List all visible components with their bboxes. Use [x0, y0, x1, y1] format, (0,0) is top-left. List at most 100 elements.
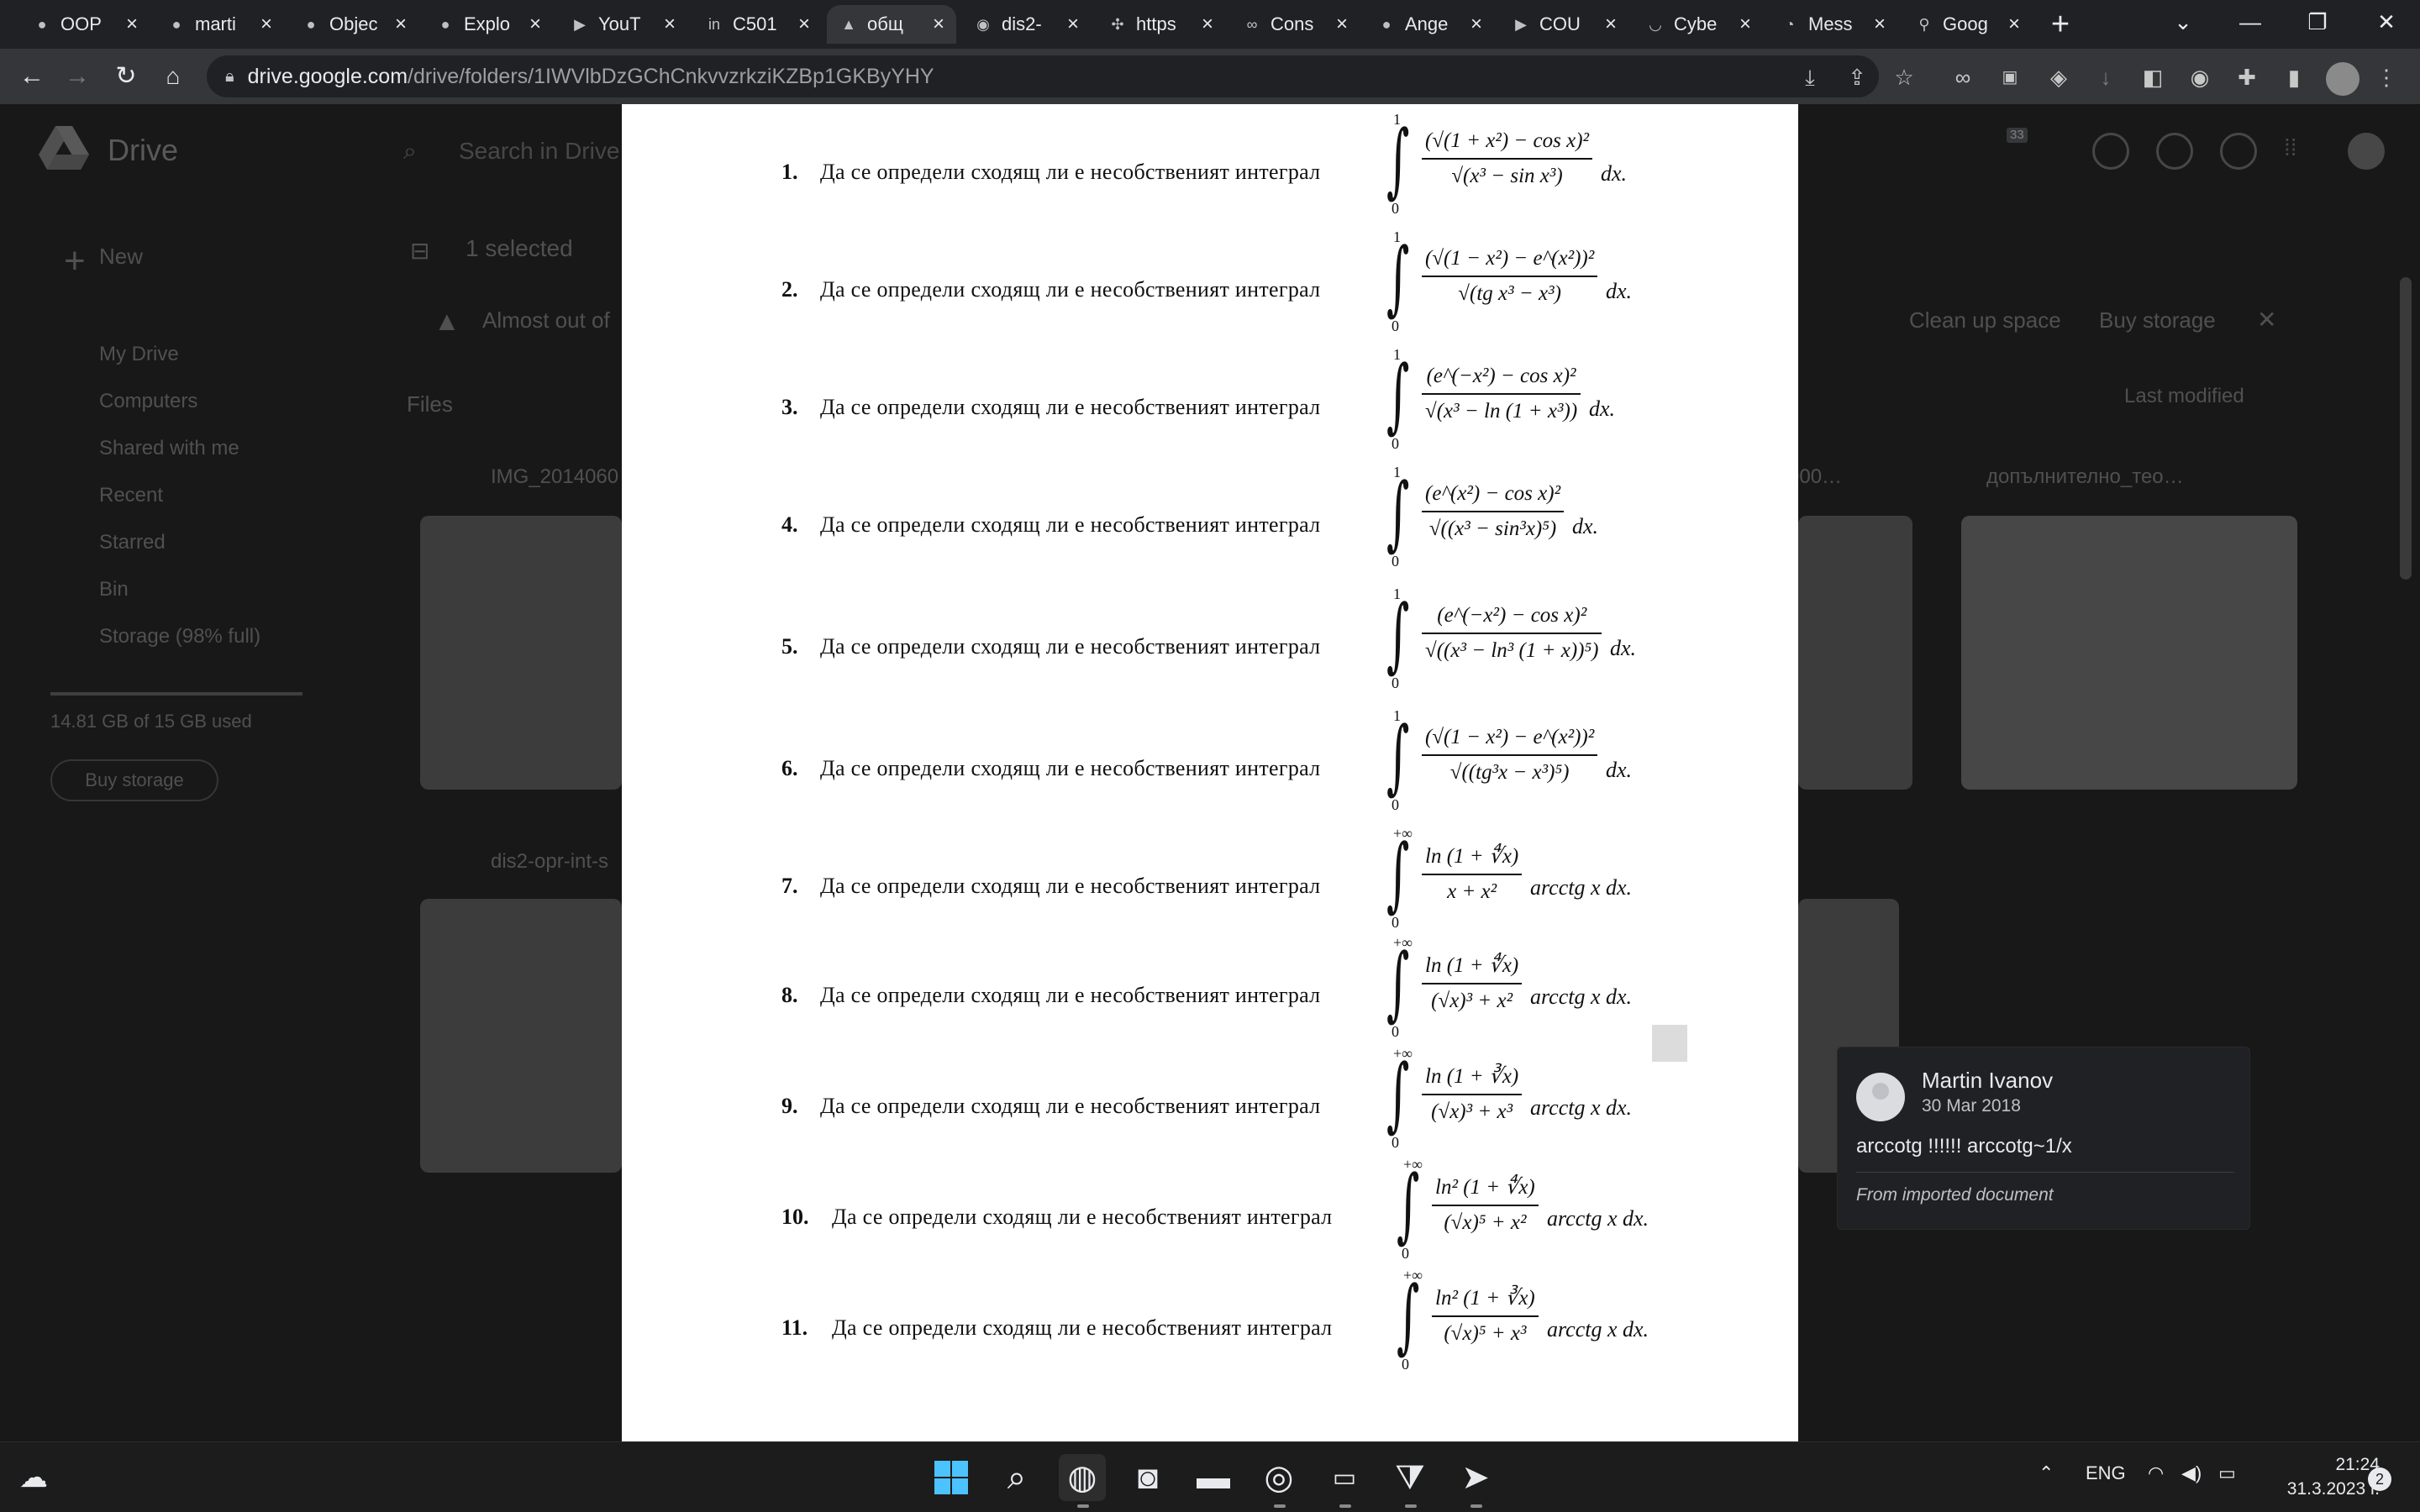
search-icon[interactable]: ⌕ — [993, 1454, 1040, 1501]
close-tab-icon[interactable]: × — [929, 13, 948, 36]
tab-1[interactable]: ● OOP × — [20, 5, 150, 44]
side-panel-icon[interactable]: ▮ — [2277, 60, 2311, 94]
sidebar-item-shared[interactable]: Shared with me — [99, 437, 239, 460]
dismiss-icon[interactable]: ✕ — [2257, 306, 2276, 333]
tab-6[interactable]: in C501 × — [692, 5, 822, 44]
tab-5[interactable]: ▶ YouT × — [558, 5, 687, 44]
file-card[interactable] — [1798, 516, 1912, 790]
new-tab-icon[interactable]: + — [2044, 8, 2077, 42]
sort-dropdown[interactable]: Last modified — [2124, 385, 2244, 408]
deselect-icon[interactable]: ⊟ — [410, 237, 429, 265]
sidebar-item-storage[interactable]: Storage (98% full) — [99, 625, 260, 648]
tab-4[interactable]: ● Explo × — [424, 5, 553, 44]
close-tab-icon[interactable]: × — [1870, 13, 1889, 36]
buy-storage-link[interactable]: Buy storage — [2099, 307, 2216, 333]
discord-icon[interactable]: ◙ — [1124, 1454, 1171, 1501]
drive-search-input[interactable]: Search in Drive — [459, 138, 619, 165]
glasses-extension-icon[interactable]: ∞ — [1946, 60, 1980, 94]
reload-icon[interactable]: ↻ — [108, 58, 145, 95]
language-indicator[interactable]: ENG — [2086, 1462, 2126, 1484]
back-arrow-icon[interactable]: ← — [13, 58, 50, 95]
tab-11[interactable]: ● Ange × — [1365, 5, 1494, 44]
sidebar-item-computers[interactable]: Computers — [99, 390, 197, 413]
wifi-icon[interactable]: ◠ — [2148, 1462, 2164, 1484]
install-app-icon[interactable]: ⤓ — [1793, 60, 1827, 94]
close-tab-icon[interactable]: × — [1198, 13, 1217, 36]
tab-search-chevron-icon[interactable]: ⌄ — [2149, 0, 2217, 44]
close-tab-icon[interactable]: × — [2005, 13, 2023, 36]
bookmark-star-icon[interactable]: ☆ — [1887, 60, 1921, 94]
minimize-icon[interactable]: — — [2217, 0, 2284, 44]
offline-status-icon[interactable] — [2092, 133, 2129, 170]
file-explorer-icon[interactable]: ▬ — [1190, 1454, 1237, 1501]
audio-extension-icon[interactable]: ◉ — [2183, 60, 2217, 94]
tab-12[interactable]: ▶ COU × — [1499, 5, 1628, 44]
account-avatar[interactable] — [2348, 133, 2385, 170]
search-icon[interactable]: ⌕ — [403, 138, 417, 165]
system-clock[interactable]: 21:24 31.3.2023 г. — [2259, 1452, 2380, 1501]
counter-extension-icon[interactable]: ▣ — [1993, 60, 2027, 94]
file-card[interactable] — [1961, 516, 2297, 790]
apps-grid-icon[interactable]: ⁞⁞ — [2284, 134, 2297, 161]
tab-15[interactable]: ⚲ Goog × — [1902, 5, 2032, 44]
vscode-icon[interactable]: ⧩ — [1386, 1454, 1434, 1501]
profile-avatar[interactable] — [2326, 62, 2360, 96]
tab-10[interactable]: ∞ Cons × — [1230, 5, 1360, 44]
tab-2[interactable]: ● marti × — [155, 5, 284, 44]
tab-3[interactable]: ● Objec × — [289, 5, 418, 44]
close-tab-icon[interactable]: × — [1467, 13, 1486, 36]
restore-icon[interactable]: ❐ — [2284, 0, 2351, 44]
tab-7[interactable]: ▲ общ × — [827, 5, 956, 44]
problem-statement: Да се определи сходящ ли е несобственият… — [820, 756, 1321, 780]
sidebar-item-my-drive[interactable]: My Drive — [99, 343, 179, 366]
terminal-icon[interactable]: ▭ — [1321, 1454, 1368, 1501]
comment-card[interactable]: Martin Ivanov 30 Mar 2018 arccotg !!!!!!… — [1837, 1047, 2250, 1230]
home-icon[interactable]: ⌂ — [155, 58, 192, 95]
tab-9[interactable]: ✣ https × — [1096, 5, 1225, 44]
close-tab-icon[interactable]: × — [1602, 13, 1620, 36]
new-button[interactable]: New — [99, 244, 143, 270]
battery-icon[interactable]: ▭ — [2218, 1462, 2236, 1484]
tab-14[interactable]: ◔ Mess × — [1768, 5, 1897, 44]
weather-icon[interactable]: ☁ — [10, 1454, 57, 1501]
help-icon[interactable] — [2156, 133, 2193, 170]
close-tab-icon[interactable]: × — [392, 13, 410, 36]
close-tab-icon[interactable]: × — [526, 13, 544, 36]
close-tab-icon[interactable]: × — [660, 13, 679, 36]
close-tab-icon[interactable]: × — [1064, 13, 1082, 36]
close-tab-icon[interactable]: × — [123, 13, 141, 36]
address-bar[interactable]: 🔒︎ drive.google.com/drive/folders/1IWVlb… — [207, 55, 1879, 97]
tray-chevron-icon[interactable]: ⌃ — [2039, 1462, 2054, 1484]
settings-gear-icon[interactable] — [2220, 133, 2257, 170]
shield-extension-icon[interactable]: ◈ — [2042, 60, 2075, 94]
clean-up-link[interactable]: Clean up space — [1909, 307, 2061, 333]
chrome-icon[interactable]: ◍ — [1059, 1454, 1106, 1501]
sidebar-item-bin[interactable]: Bin — [99, 578, 129, 601]
browser-menu-icon[interactable]: ⋮ — [2370, 60, 2403, 94]
file-card[interactable] — [420, 899, 622, 1173]
page-scrollbar[interactable] — [2400, 277, 2412, 580]
close-tab-icon[interactable]: × — [1333, 13, 1351, 36]
buy-storage-button[interactable]: Buy storage — [50, 759, 218, 801]
file-card[interactable] — [420, 516, 622, 790]
viewer-square-button[interactable] — [1652, 1025, 1687, 1062]
notification-count[interactable]: 2 — [2368, 1467, 2391, 1491]
tab-8[interactable]: ◉ dis2- × — [961, 5, 1091, 44]
volume-icon[interactable]: ◀) — [2181, 1462, 2202, 1484]
close-tab-icon[interactable]: × — [1736, 13, 1754, 36]
close-tab-icon[interactable]: × — [257, 13, 276, 36]
sidebar-item-recent[interactable]: Recent — [99, 484, 163, 507]
share-icon[interactable]: ⇪ — [1840, 60, 1874, 94]
forward-arrow-icon[interactable]: → — [59, 58, 96, 95]
new-plus-icon[interactable]: + — [64, 240, 86, 282]
screen-extension-icon[interactable]: ◧ — [2136, 60, 2170, 94]
close-tab-icon[interactable]: × — [795, 13, 813, 36]
puzzle-extensions-icon[interactable]: ✚ — [2230, 60, 2264, 94]
telegram-icon[interactable]: ➤ — [1452, 1454, 1499, 1501]
download-extension-icon[interactable]: ↓ — [2089, 60, 2123, 94]
tab-13[interactable]: ◡ Cybe × — [1634, 5, 1763, 44]
start-windows-icon[interactable] — [928, 1454, 975, 1501]
sidebar-item-starred[interactable]: Starred — [99, 531, 166, 554]
close-window-icon[interactable]: ✕ — [2353, 0, 2420, 44]
spotify-icon[interactable]: ◎ — [1255, 1454, 1302, 1501]
